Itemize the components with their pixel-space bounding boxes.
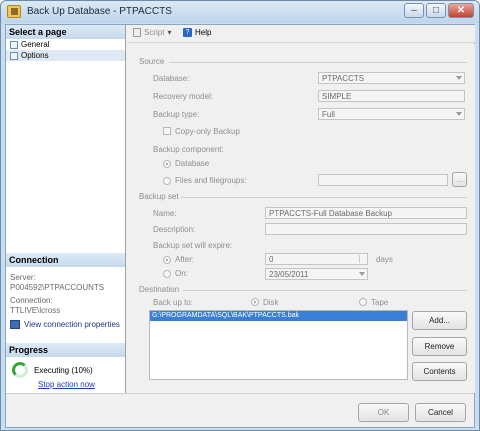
window-title: Back Up Database - PTPACCTS (27, 6, 172, 17)
database-radio[interactable] (163, 160, 171, 168)
expire-after-label: After: (175, 255, 195, 264)
close-button[interactable]: ✕ (448, 3, 474, 18)
connection-link-row: View connection properties (6, 320, 125, 329)
script-icon (133, 28, 141, 37)
source-group-label: Source (139, 57, 165, 66)
connection-header: Connection (6, 253, 125, 267)
expire-after-value: 0 (269, 255, 274, 264)
expire-label: Backup set will expire: (153, 241, 233, 250)
stop-action-row: Stop action now (6, 380, 125, 389)
chevron-down-icon: ▾ (167, 28, 172, 37)
database-select[interactable]: PTPACCTS (318, 72, 465, 84)
main-panel: Source Database: PTPACCTS Recovery model… (127, 44, 475, 393)
left-pane: Select a page General Options Connection… (6, 25, 126, 393)
expire-on-label: On: (175, 269, 188, 278)
dialog-window: Back Up Database - PTPACCTS – □ ✕ Select… (0, 0, 480, 431)
destination-list[interactable]: G:\PROGRAMDATA\SQL\BAK\PTPACCTS.bak (149, 310, 408, 380)
page-label: General (21, 40, 50, 49)
divider (183, 290, 467, 291)
copy-only-label: Copy-only Backup (175, 127, 240, 136)
tape-radio[interactable] (359, 298, 367, 306)
recovery-model-label: Recovery model: (153, 92, 214, 101)
server-value: P004592\PTPACCOUNTS (10, 283, 105, 292)
script-label: Script (144, 28, 165, 37)
database-select-value: PTPACCTS (322, 74, 365, 83)
recovery-model-field: SIMPLE (318, 90, 465, 102)
expire-after-stepper[interactable]: 0 (265, 253, 368, 265)
backup-type-value: Full (322, 110, 335, 119)
disk-label: Disk (263, 298, 279, 307)
spin-arrows-icon[interactable] (359, 255, 366, 263)
backup-set-group-label: Backup set (139, 192, 179, 201)
add-button[interactable]: Add... (412, 311, 467, 330)
script-button[interactable]: Script ▾ (133, 28, 171, 37)
backup-name-label: Name: (153, 209, 177, 218)
disk-radio[interactable] (251, 298, 259, 306)
page-label: Options (21, 51, 49, 60)
dialog-client: Select a page General Options Connection… (5, 24, 475, 428)
server-label: Server: (10, 273, 36, 282)
chevron-down-icon (456, 112, 462, 116)
description-field[interactable] (265, 223, 467, 235)
minimize-button[interactable]: – (404, 3, 424, 18)
progress-row: Executing (10%) (6, 357, 125, 378)
stop-action-link[interactable]: Stop action now (38, 380, 95, 389)
connection-section: Connection Server: P004592\PTPACCOUNTS C… (6, 253, 125, 329)
page-item-general[interactable]: General (6, 39, 125, 50)
toolbar: Script ▾ ? Help (127, 25, 475, 43)
browse-button[interactable]: ... (452, 172, 467, 187)
back-up-to-label: Back up to: (153, 298, 194, 307)
divider (181, 197, 467, 198)
maximize-button[interactable]: □ (426, 3, 446, 18)
select-page-header: Select a page (6, 25, 125, 39)
description-label: Description: (153, 225, 196, 234)
expire-on-radio[interactable] (163, 270, 171, 278)
backup-component-label: Backup component: (153, 145, 224, 154)
copy-only-checkbox[interactable] (163, 127, 171, 135)
page-item-options[interactable]: Options (6, 50, 125, 61)
connection-label: Connection: (10, 296, 53, 305)
files-filegroups-label: Files and filegroups: (175, 176, 247, 185)
ok-button[interactable]: OK (358, 403, 409, 422)
database-icon (7, 5, 21, 18)
backup-type-label: Backup type: (153, 110, 200, 119)
page-icon (10, 51, 18, 60)
divider (169, 62, 467, 63)
expire-on-date[interactable]: 23/05/2011 (265, 268, 368, 280)
connection-value: TTLIVE\lcross (10, 306, 61, 315)
help-icon: ? (183, 28, 192, 37)
cancel-button[interactable]: Cancel (415, 403, 466, 422)
title-bar[interactable]: Back Up Database - PTPACCTS – □ ✕ (1, 1, 479, 23)
help-label: Help (195, 28, 212, 37)
button-bar: OK Cancel (6, 393, 474, 427)
database-label: Database: (153, 74, 190, 83)
progress-status: Executing (10%) (34, 365, 93, 375)
days-label: days (376, 255, 393, 264)
files-filegroups-radio[interactable] (163, 177, 171, 185)
files-filegroups-field (318, 174, 448, 186)
view-connection-properties-link[interactable]: View connection properties (24, 320, 120, 329)
properties-icon (10, 320, 20, 329)
page-icon (10, 40, 18, 49)
calendar-dropdown-icon (359, 272, 365, 276)
expire-after-radio[interactable] (163, 256, 171, 264)
contents-button[interactable]: Contents (412, 362, 467, 381)
database-radio-label: Database (175, 159, 210, 168)
remove-button[interactable]: Remove (412, 337, 467, 356)
help-button[interactable]: ? Help (183, 28, 211, 37)
progress-header: Progress (6, 343, 125, 357)
backup-name-field[interactable]: PTPACCTS-Full Database Backup (265, 207, 467, 219)
progress-spinner-icon (12, 362, 28, 378)
expire-on-date-value: 23/05/2011 (269, 270, 309, 279)
tape-label: Tape (371, 298, 389, 307)
backup-type-select[interactable]: Full (318, 108, 465, 120)
destination-list-item[interactable]: G:\PROGRAMDATA\SQL\BAK\PTPACCTS.bak (150, 311, 407, 321)
chevron-down-icon (456, 76, 462, 80)
progress-section: Progress Executing (10%) Stop action now (6, 343, 125, 389)
destination-group-label: Destination (139, 285, 180, 294)
